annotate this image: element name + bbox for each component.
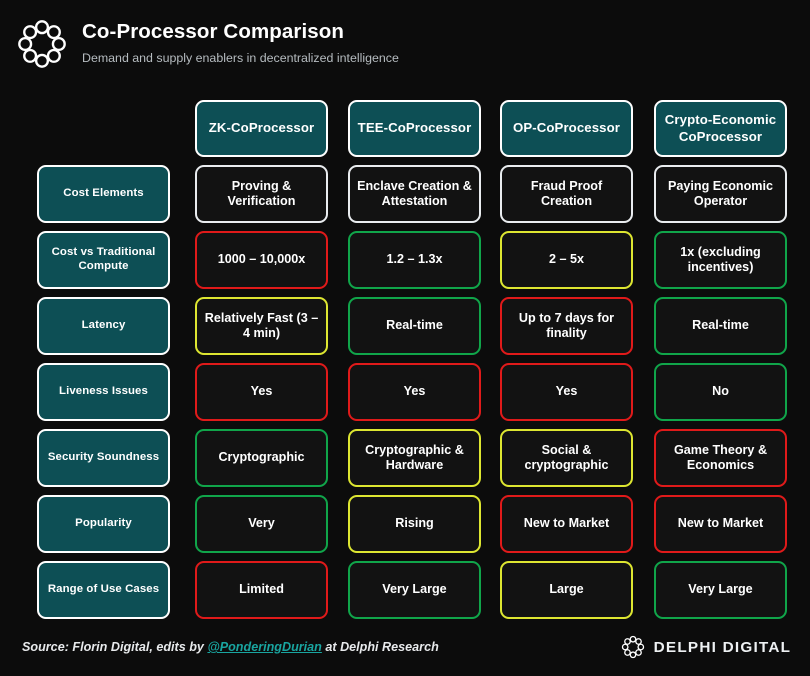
table-cell: No xyxy=(654,363,787,421)
comparison-table: ZK-CoProcessor TEE-CoProcessor OP-CoProc… xyxy=(0,92,810,614)
table-cell: Social & cryptographic xyxy=(500,429,633,487)
delphi-wordmark: DELPHI DIGITAL xyxy=(654,639,792,656)
table-cell: Yes xyxy=(348,363,481,421)
header-text-block: Co-Processor Comparison Demand and suppl… xyxy=(82,14,399,65)
column-header-op: OP-CoProcessor xyxy=(500,100,633,157)
page-title: Co-Processor Comparison xyxy=(82,20,399,44)
table-cell: Fraud Proof Creation xyxy=(500,165,633,223)
table-cell: Relatively Fast (3 – 4 min) xyxy=(195,297,328,355)
table-cell: Real-time xyxy=(348,297,481,355)
source-handle-link[interactable]: @PonderingDurian xyxy=(207,640,321,654)
row-label-cost-vs-traditional-compute: Cost vs Traditional Compute xyxy=(37,231,170,289)
infographic-canvas: Co-Processor Comparison Demand and suppl… xyxy=(0,0,810,676)
table-cell: Paying Economic Operator xyxy=(654,165,787,223)
row-label-popularity: Popularity xyxy=(37,495,170,553)
row-label-security-soundness: Security Soundness xyxy=(37,429,170,487)
column-header-crypto-economic: Crypto-Economic CoProcessor xyxy=(654,100,787,157)
delphi-braided-ring-icon xyxy=(620,634,646,660)
table-cell: Cryptographic xyxy=(195,429,328,487)
table-cell: New to Market xyxy=(654,495,787,553)
table-cell: Yes xyxy=(500,363,633,421)
table-cell: 1x (excluding incentives) xyxy=(654,231,787,289)
page-footer: Source: Florin Digital, edits by @Ponder… xyxy=(0,618,810,676)
table-cell: Limited xyxy=(195,561,328,619)
table-cell: New to Market xyxy=(500,495,633,553)
page-subtitle: Demand and supply enablers in decentrali… xyxy=(82,51,399,66)
table-cell: 1.2 – 1.3x xyxy=(348,231,481,289)
table-cell: Large xyxy=(500,561,633,619)
row-label-range-of-use-cases: Range of Use Cases xyxy=(37,561,170,619)
table-cell: Up to 7 days for finality xyxy=(500,297,633,355)
column-header-zk: ZK-CoProcessor xyxy=(195,100,328,157)
braided-ring-logo-icon xyxy=(14,16,70,72)
table-cell: Yes xyxy=(195,363,328,421)
row-label-liveness-issues: Liveness Issues xyxy=(37,363,170,421)
table-cell: 1000 – 10,000x xyxy=(195,231,328,289)
table-cell: Very Large xyxy=(348,561,481,619)
table-cell: Rising xyxy=(348,495,481,553)
table-cell: Game Theory & Economics xyxy=(654,429,787,487)
source-suffix: at Delphi Research xyxy=(322,640,439,654)
column-header-tee: TEE-CoProcessor xyxy=(348,100,481,157)
table-cell: Enclave Creation & Attestation xyxy=(348,165,481,223)
row-label-cost-elements: Cost Elements xyxy=(37,165,170,223)
source-credit: Source: Florin Digital, edits by @Ponder… xyxy=(22,640,439,654)
table-cell: Very xyxy=(195,495,328,553)
table-cell: 2 – 5x xyxy=(500,231,633,289)
page-header: Co-Processor Comparison Demand and suppl… xyxy=(0,0,810,92)
table-cell: Very Large xyxy=(654,561,787,619)
source-prefix: Source: Florin Digital, edits by xyxy=(22,640,207,654)
table-cell: Proving & Verification xyxy=(195,165,328,223)
table-cell: Real-time xyxy=(654,297,787,355)
table-cell: Cryptographic & Hardware xyxy=(348,429,481,487)
delphi-digital-brand: DELPHI DIGITAL xyxy=(620,634,790,660)
row-label-latency: Latency xyxy=(37,297,170,355)
